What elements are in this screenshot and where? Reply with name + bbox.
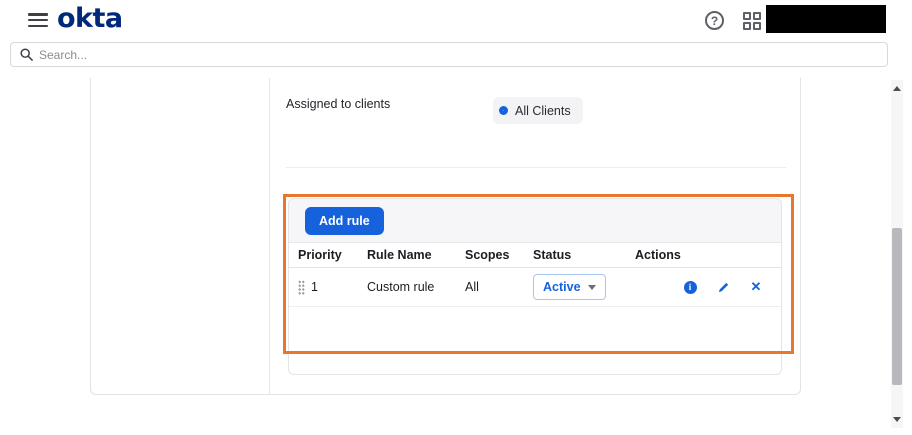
search-icon [20,48,33,61]
column-header-rule-name: Rule Name [367,248,432,262]
scroll-up-icon[interactable] [893,86,901,91]
scroll-down-icon[interactable] [893,417,901,422]
top-header: okta ? [0,0,912,40]
priority-cell: 1 [298,279,367,295]
hamburger-menu-icon[interactable] [28,13,48,27]
rules-table: Add rule Priority Rule Name Scopes Statu… [288,198,782,375]
section-divider [286,167,786,168]
all-clients-label: All Clients [515,103,571,118]
column-header-priority: Priority [298,248,342,262]
rule-name-cell: Custom rule [367,280,435,294]
okta-logo[interactable]: okta [57,3,123,34]
scopes-cell: All [465,280,479,294]
pencil-icon [718,282,728,292]
okta-admin-page: okta ? Assigned to clients All Clients A… [0,0,912,435]
radio-selected-icon [499,106,508,115]
search-bar [10,42,888,67]
table-header-row: Priority Rule Name Scopes Status Actions [289,243,781,268]
delete-button[interactable]: ✕ [749,279,763,294]
all-clients-option[interactable]: All Clients [493,97,583,124]
close-icon: ✕ [750,279,762,294]
assigned-to-clients-label: Assigned to clients [286,97,391,111]
status-cell: Active [533,274,635,300]
add-rule-button[interactable]: Add rule [305,207,384,235]
status-value: Active [543,280,581,294]
column-header-scopes: Scopes [465,248,510,262]
edit-button[interactable] [716,280,730,294]
status-dropdown-button[interactable]: Active [533,274,606,300]
priority-value: 1 [311,280,318,294]
search-input[interactable] [39,47,887,62]
help-icon[interactable]: ? [705,11,724,30]
scrollbar-thumb[interactable] [892,228,902,385]
card-vertical-divider [269,78,270,394]
account-redacted[interactable] [766,5,886,33]
column-header-actions: Actions [635,248,681,262]
table-row: 1 Custom rule All Active i ✕ [289,268,781,307]
table-toolbar: Add rule [289,199,781,243]
chevron-down-icon [587,284,596,290]
apps-grid-icon[interactable] [743,12,762,31]
info-button[interactable]: i [683,280,697,294]
info-icon: i [683,280,697,294]
vertical-scrollbar[interactable] [891,80,903,428]
actions-cell: i ✕ [683,279,781,294]
content-card: Assigned to clients All Clients Add rule… [90,78,801,395]
drag-handle-icon[interactable] [298,279,305,295]
column-header-status: Status [533,248,572,262]
